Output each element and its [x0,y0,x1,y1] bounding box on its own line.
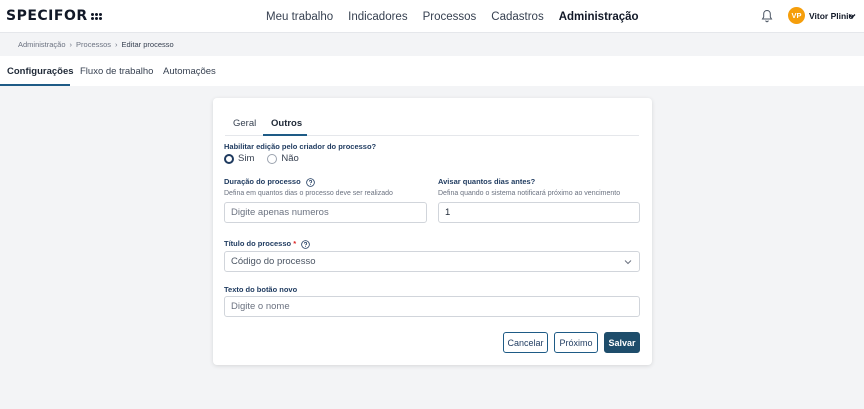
notify-days-value: 1 [445,207,451,218]
breadcrumb-separator-icon: › [69,40,73,49]
question-circle-icon[interactable] [306,177,315,187]
tab-automacoes[interactable]: Automações [163,66,216,77]
nav-cadastros[interactable]: Cadastros [491,11,543,23]
tab-geral[interactable]: Geral [233,118,256,129]
tab-outros[interactable]: Outros [271,118,302,129]
notify-days-help: Defina quando o sistema notificará próxi… [438,190,621,197]
edit-by-creator-label: Habilitar edição pelo criador do process… [224,142,377,151]
save-button[interactable]: Salvar [604,332,640,353]
notify-days-label: Avisar quantos dias antes? [438,177,536,186]
radio-sim[interactable]: Sim [224,153,254,164]
question-circle-icon[interactable] [301,239,310,249]
logo[interactable]: SPECIFOR [6,8,102,24]
next-button[interactable]: Próximo [554,332,598,353]
breadcrumb: Administração › Processos › Editar proce… [18,40,174,49]
new-button-text-input[interactable]: Digite o nome [224,296,640,317]
process-settings-card: Geral Outros Habilitar edição pelo criad… [213,98,652,365]
radio-nao-label: Não [281,153,299,164]
new-button-text-label: Texto do botão novo [224,285,298,294]
process-title-label: Título do processo * [224,239,310,249]
logo-dots-icon [90,12,102,20]
radio-selected-icon [224,153,234,164]
nav-administracao[interactable]: Administração [559,11,639,23]
chevron-down-icon[interactable] [848,12,856,20]
logo-text: SPECIFOR [6,8,88,24]
process-title-label-text: Título do processo [224,239,292,248]
duration-input[interactable]: Digite apenas numeros [224,202,427,223]
tab-configuracoes[interactable]: Configurações [7,66,74,77]
main-nav: Meu trabalho Indicadores Processos Cadas… [266,0,639,33]
active-tab-indicator [0,84,70,86]
process-title-selected: Código do processo [231,256,316,267]
duration-label: Duração do processo [224,177,315,187]
radio-unselected-icon [267,153,278,164]
process-title-select[interactable]: Código do processo [224,251,640,272]
edit-by-creator-radio-group: Sim Não [224,153,299,164]
breadcrumb-editar-processo: Editar processo [121,40,174,49]
breadcrumb-administracao[interactable]: Administração [18,40,66,49]
new-button-text-placeholder: Digite o nome [231,301,290,312]
duration-help: Defina em quantos dias o processo deve s… [224,190,393,197]
top-bar: SPECIFOR Meu trabalho Indicadores Proces… [0,0,864,33]
bell-icon[interactable] [761,9,773,23]
card-tabs: Geral Outros [225,112,639,136]
breadcrumb-separator-icon: › [115,40,118,49]
notify-days-input[interactable]: 1 [438,202,640,223]
active-card-tab-indicator [263,134,307,136]
nav-processos[interactable]: Processos [423,11,477,23]
chevron-down-icon [624,260,632,265]
page-tabs: Configurações Fluxo de trabalho Automaçõ… [0,56,864,86]
tab-fluxo-de-trabalho[interactable]: Fluxo de trabalho [80,66,153,77]
user-name[interactable]: Vitor Plinio [809,11,854,21]
radio-nao[interactable]: Não [267,153,299,164]
nav-meu-trabalho[interactable]: Meu trabalho [266,11,333,23]
nav-indicadores[interactable]: Indicadores [348,11,407,23]
breadcrumb-processos[interactable]: Processos [76,40,111,49]
radio-sim-label: Sim [238,153,255,164]
duration-placeholder: Digite apenas numeros [231,207,329,218]
cancel-button[interactable]: Cancelar [503,332,548,353]
avatar[interactable]: VP [788,7,805,24]
duration-label-text: Duração do processo [224,177,301,186]
required-marker: * [293,239,297,248]
